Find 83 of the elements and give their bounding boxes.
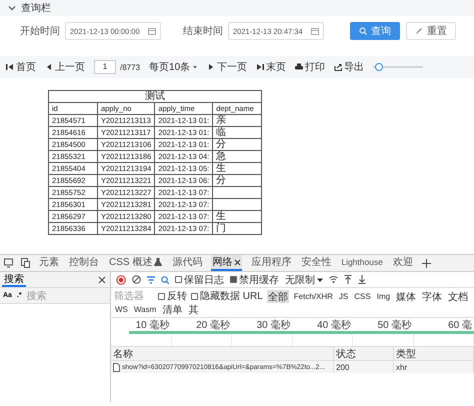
preserve-log-checkbox[interactable]: 保留日志: [175, 272, 224, 286]
table-cell: 门: [212, 222, 262, 234]
table-cell: 临: [212, 126, 262, 138]
invert-checkbox[interactable]: 反转: [158, 289, 187, 303]
print-button[interactable]: 打印: [295, 60, 326, 74]
timeline-tick: 10 毫秒: [134, 318, 170, 331]
inspect-icon: [21, 258, 30, 268]
table-cell: 分: [212, 138, 262, 150]
timeline-tick: 40 毫秒: [316, 318, 352, 331]
devtools-tab[interactable]: Lighthouse: [340, 255, 384, 271]
timeline-tick: 30 毫秒: [256, 318, 292, 331]
throttle-dropdown[interactable]: 无限制: [285, 272, 323, 286]
plus-icon: [422, 258, 431, 268]
table-cell: 分: [212, 174, 262, 186]
column-header: 名称: [111, 347, 334, 361]
page-total: /8773: [120, 62, 140, 72]
type-filter[interactable]: 字体: [421, 290, 444, 302]
table-cell: 生: [212, 210, 262, 222]
panel-title: 查询栏: [21, 2, 51, 15]
clear-icon: [132, 275, 141, 284]
device-icon: [4, 258, 13, 268]
devtools-tab[interactable]: 安全性: [300, 255, 332, 271]
page-size-dropdown[interactable]: 每页10条: [149, 60, 198, 74]
column-header: 类型: [394, 347, 474, 361]
type-filter[interactable]: JS: [338, 290, 350, 302]
pencil-icon: [415, 27, 423, 35]
download-icon: [358, 275, 366, 284]
timeline-tick: 50 毫秒: [376, 318, 412, 331]
export-icon: [334, 63, 342, 71]
calendar-icon: [311, 27, 319, 35]
triangle-left-icon: [45, 63, 53, 71]
timeline-tick: 20 毫秒: [195, 318, 231, 331]
column-header: 状态: [334, 347, 394, 361]
hide-data-urls-checkbox[interactable]: 隐藏数据 URL: [191, 289, 263, 303]
page-field[interactable]: 1: [94, 60, 116, 74]
previous-page-button[interactable]: 上一页: [45, 60, 85, 74]
devtools-tab[interactable]: 欢迎: [392, 255, 414, 271]
caret-icon: [192, 64, 198, 70]
table-cell: 急: [212, 150, 262, 162]
type-filter[interactable]: Fetch/XHR: [292, 290, 334, 302]
search-icon: [161, 276, 169, 284]
type-filter[interactable]: 其: [187, 303, 200, 316]
devtools-tab[interactable]: CSS 概述: [108, 255, 164, 271]
field-label: 结束时间: [183, 24, 223, 38]
caret-icon: [317, 276, 323, 282]
devtools-tab[interactable]: 控制台: [68, 255, 100, 271]
table-cell: 200: [334, 361, 394, 373]
table-cell: xhr: [394, 361, 474, 373]
devtools-tab[interactable]: 源代码: [171, 255, 204, 271]
last-page-button[interactable]: 末页: [256, 60, 286, 74]
type-filter[interactable]: Img: [376, 290, 392, 302]
devtools-tab[interactable]: 网络: [211, 255, 242, 271]
type-filter[interactable]: 媒体: [395, 290, 418, 302]
type-filter[interactable]: CSS: [353, 290, 372, 302]
first-page-icon: [6, 63, 14, 71]
type-filter[interactable]: 全部: [266, 290, 289, 302]
calendar-icon: [148, 27, 156, 35]
filter-icon: [147, 276, 155, 284]
next-page-button[interactable]: 下一页: [207, 60, 248, 74]
first-page-button[interactable]: 首页: [6, 60, 36, 74]
type-filter[interactable]: 清单: [161, 303, 184, 316]
type-filter[interactable]: WS: [114, 303, 129, 316]
report-title: 测试: [48, 90, 262, 102]
table-cell: 亲: [212, 114, 262, 126]
field-label: 开始时间: [20, 24, 60, 38]
search-icon: [359, 27, 367, 35]
wifi-icon: [329, 275, 338, 284]
table-cell: 生: [212, 162, 262, 174]
type-filter[interactable]: 文档: [447, 290, 470, 302]
close-icon: [98, 276, 106, 284]
reset-button[interactable]: 重置: [406, 22, 456, 40]
last-page-icon: [256, 63, 264, 71]
timeline-tick: 60 毫: [447, 318, 473, 331]
triangle-right-icon: [207, 63, 216, 71]
devtools-tab[interactable]: 元素: [38, 255, 60, 271]
zoom-slider[interactable]: [373, 63, 424, 71]
type-filter[interactable]: Wasm: [132, 303, 158, 316]
export-button[interactable]: 导出: [334, 60, 364, 74]
disable-cache-checkbox[interactable]: 禁用缓存: [230, 272, 279, 286]
printer-icon: [295, 63, 304, 71]
devtools-tab[interactable]: 应用程序: [250, 255, 292, 271]
upload-icon: [344, 275, 352, 284]
file-icon: [113, 362, 120, 372]
